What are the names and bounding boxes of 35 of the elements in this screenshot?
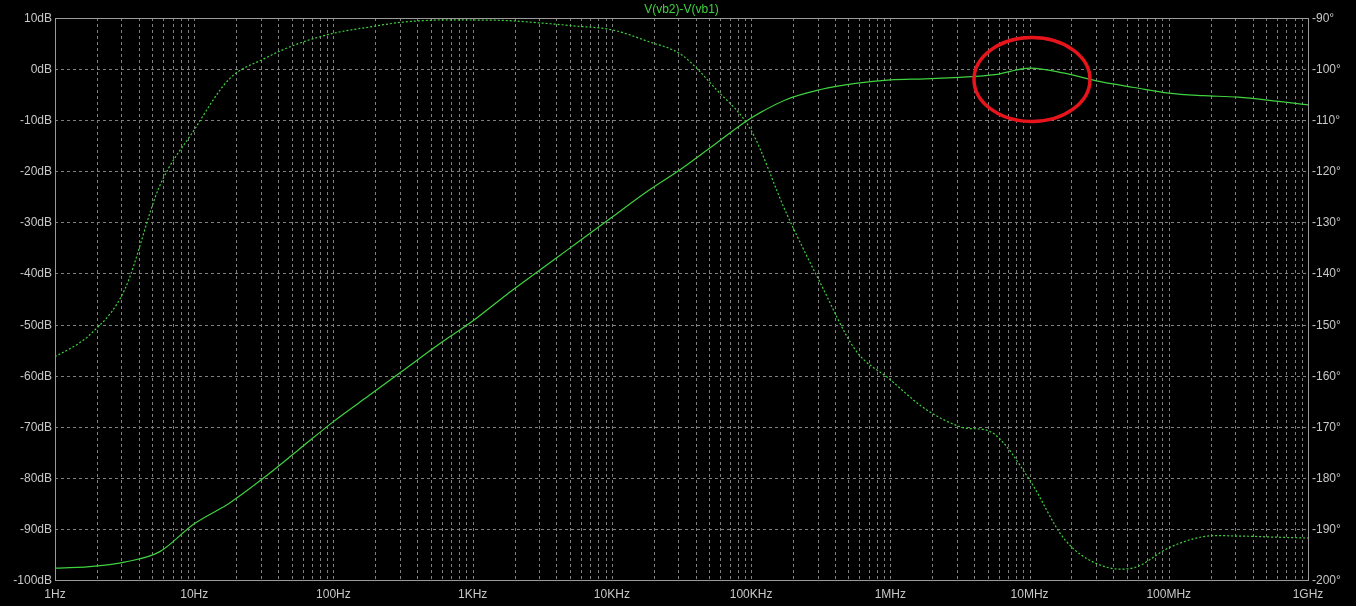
axis-tick-label: -150°: [1312, 317, 1341, 332]
axis-tick-label: -110°: [1312, 113, 1340, 128]
axis-tick-label: 10KHz: [593, 587, 630, 601]
axis-tick-label: -70dB: [19, 419, 52, 434]
axis-tick-label: -90dB: [19, 521, 52, 536]
axis-tick-label: 1MHz: [874, 587, 906, 601]
axis-tick-label: -60dB: [19, 368, 52, 383]
axis-tick-label: -180°: [1312, 470, 1341, 485]
axis-tick-label: -200°: [1312, 573, 1341, 587]
axis-tick-label: -50dB: [19, 317, 52, 332]
axis-tick-label: 1GHz: [1292, 587, 1324, 601]
axis-tick-label: -120°: [1312, 164, 1341, 179]
axis-tick-label: 100MHz: [1146, 587, 1192, 601]
axis-tick-label: -170°: [1312, 419, 1341, 434]
chart-title: V(vb2)-V(vb1): [644, 2, 719, 16]
axis-tick-label: -30dB: [19, 215, 52, 230]
axis-tick-label: -190°: [1312, 521, 1341, 536]
axis-tick-label: -10dB: [19, 113, 52, 128]
axis-tick-label: -90°: [1312, 11, 1335, 25]
axis-tick-label: -20dB: [19, 164, 52, 179]
axis-tick-label: 1KHz: [458, 587, 488, 601]
axis-tick-label: 100KHz: [729, 587, 773, 601]
axis-tick-label: -80dB: [19, 470, 52, 485]
axis-tick-label: 100Hz: [316, 587, 351, 601]
axis-tick-label: -40dB: [19, 266, 52, 281]
axis-tick-label: -160°: [1312, 368, 1341, 383]
axis-tick-label: 1Hz: [44, 587, 66, 601]
axis-tick-label: -100°: [1312, 62, 1341, 77]
axis-tick-label: 10Hz: [180, 587, 209, 601]
axis-tick-label: 10dB: [23, 11, 52, 25]
axis-tick-label: -130°: [1312, 215, 1341, 230]
axis-tick-label: -100dB: [13, 573, 52, 587]
axis-tick-label: 0dB: [30, 62, 52, 77]
axis-tick-label: 10MHz: [1010, 587, 1049, 601]
axis-tick-label: -140°: [1312, 266, 1341, 281]
